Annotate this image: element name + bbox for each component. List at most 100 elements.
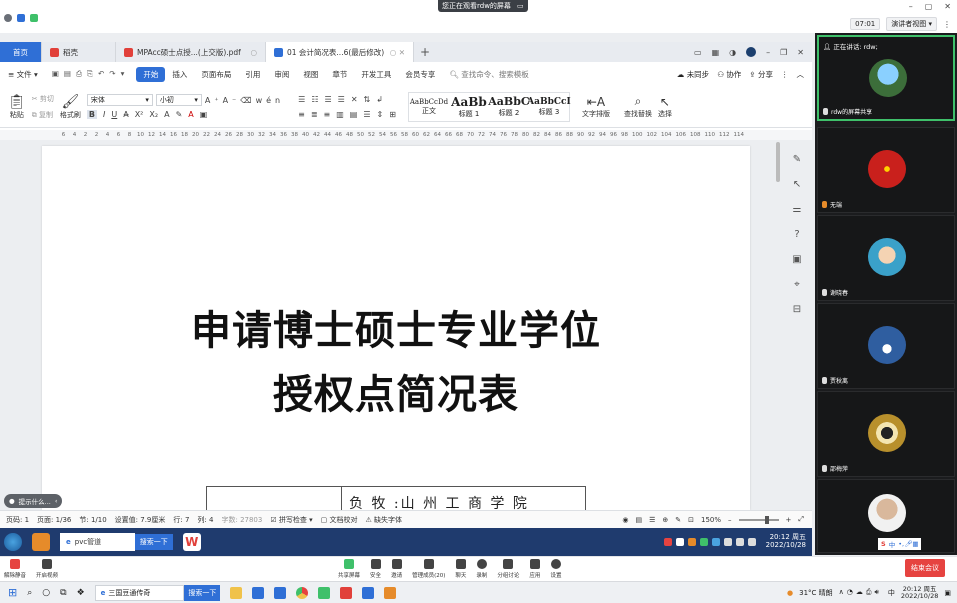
apps-button[interactable]: 应用 [529,559,540,579]
ime-toolbar[interactable]: S 中 •,🎤︎▦ [878,538,922,550]
italic-icon[interactable]: I [103,110,105,119]
align-tools-icons[interactable]: ≡≣≡▥▤☰⇕⊞ [298,110,402,119]
video-tile[interactable]: 邵梅萍 [817,391,955,477]
end-meeting-button[interactable]: 结束会议 [905,559,945,577]
view-read-icon[interactable]: ✎ [675,516,681,524]
select-button[interactable]: ↖ 选择 [658,95,672,119]
wps-taskbar-icon[interactable]: W [182,533,201,551]
restore-icon[interactable]: ❐ [780,48,787,57]
font-size-select[interactable]: 小初 ▾ [155,94,202,106]
zoom-in-icon[interactable]: + [786,516,792,524]
signal-icon[interactable] [30,14,38,22]
video-tile[interactable]: 无端 [817,127,955,213]
tab-close-icon[interactable]: ○ ✕ [390,48,405,57]
char-border-icon[interactable]: ▣ [200,110,208,119]
font-color-icon[interactable]: A [188,110,193,119]
tab-daoke[interactable]: 稻壳 [42,42,116,62]
menu-references[interactable]: 引用 [238,69,267,80]
status-page[interactable]: 页码: 1 [6,515,29,525]
image-icon[interactable]: ▣ [792,254,801,265]
tab-pdf[interactable]: MPAcc硕士点授...(上交版).pdf ○ [116,42,266,62]
missing-font-button[interactable]: ⚠ 缺失字体 [365,515,402,525]
paste-button[interactable]: 📋︎ 粘贴 [8,94,26,120]
menu-review[interactable]: 审阅 [267,69,296,80]
collab-button[interactable]: ⚇ 协作 [717,69,741,80]
app-icon[interactable]: ❖ [77,588,85,598]
media-icon[interactable] [384,586,397,599]
meeting-app-icon[interactable] [362,586,375,599]
style-normal[interactable]: AaBbCcDd 正文 [409,94,449,120]
info-table[interactable]: 负 牧 :山 州 工 商 学 院 [206,486,586,512]
manage-members-button[interactable]: 管理成员(20) [412,559,445,579]
text-effect-icon[interactable]: A [164,110,169,119]
bold-icon[interactable]: B [86,110,97,119]
cortana-icon[interactable]: ○ [42,588,50,598]
command-search[interactable]: 🔍︎ 查找命令、搜索模板 [442,69,535,80]
info-icon[interactable] [4,14,12,22]
find-replace-button[interactable]: ⌕ 查找替换 [624,94,652,119]
feedback-pill[interactable]: ● 提示什么... ‹ [4,494,63,508]
tray-icon[interactable] [687,538,696,546]
video-tile-screen-share[interactable]: 👤︎ 正在讲话: rdw; rdw的屏幕共享 [817,35,955,121]
record-button[interactable]: 录制 [476,559,487,579]
eye-icon[interactable]: ◉ [622,516,628,524]
book-icon[interactable]: ⊟ [793,304,801,315]
new-tab-icon[interactable]: + [420,45,430,59]
store-icon[interactable] [252,586,265,599]
document-title-line-1[interactable]: 申请博士硕士专业学位 [42,298,750,356]
font-name-select[interactable]: 宋体 ▾ [86,94,153,106]
pen-icon[interactable]: ✎ [793,154,801,165]
zoom-slider-thumb[interactable] [764,515,769,524]
menu-file[interactable]: ≡ 文件 ▾ [0,69,45,80]
search-button[interactable]: 搜索一下 [134,534,173,550]
style-heading2[interactable]: AaBbC 标题 2 [488,94,529,120]
horizontal-ruler[interactable]: 6 4 2 2 4 6 8 10 12 14 16 18 20 22 24 26 28 30 32 34 36 38 40 4… [0,130,812,140]
menu-home[interactable]: 开始 [136,66,166,82]
ie-window-button[interactable]: e pvc管道 [60,533,135,551]
style-heading3[interactable]: AaBbCcI 标题 3 [527,94,571,120]
superscript-icon[interactable]: X² [135,110,144,119]
skin-icon[interactable]: ◑ [729,48,736,57]
menu-page-layout[interactable]: 页面布局 [194,69,238,80]
copy-button[interactable]: ⧉ 复制 [32,110,54,120]
settings-button[interactable]: 设置 [550,559,561,579]
grid-icon[interactable]: ▦ [712,48,720,57]
tray-icon[interactable] [735,538,744,546]
document-page[interactable]: 申请博士硕士专业学位 授权点简况表 负 牧 :山 州 工 商 学 院 [42,146,750,512]
tab-active-document[interactable]: 01 会计简况表...6(最后修改) ○ ✕ [266,42,414,62]
mail-icon[interactable] [274,586,287,599]
fullscreen-icon[interactable]: ⤢ [798,515,804,524]
help-icon[interactable]: ? [794,229,799,240]
host-search-button[interactable]: 搜索一下 [184,584,221,601]
font-tools-icons[interactable]: A⁺A⁻⌫wén [205,96,284,105]
zoom-level[interactable]: 150% [701,516,721,524]
tray-icon[interactable] [711,538,720,546]
underline-icon[interactable]: U [111,110,117,119]
shield-icon[interactable] [17,14,25,22]
tray-icon[interactable] [663,538,672,546]
video-tile[interactable]: 谢晓春 [817,215,955,301]
chrome-icon[interactable] [296,586,309,599]
style-heading1[interactable]: AaBb 标题 1 [449,94,489,120]
unmute-button[interactable]: 解除静音 [4,559,26,579]
vertical-scrollbar[interactable] [776,142,780,182]
weather-icon[interactable]: ● [787,589,793,597]
view-outline-icon[interactable]: ☰ [649,516,655,524]
spell-check-button[interactable]: ☑ 拼写检查 ▾ [270,515,312,525]
task-view-icon[interactable]: ⧉ [60,588,66,598]
start-video-button[interactable]: 开启视频 [36,559,58,579]
invite-button[interactable]: 邀请 [391,559,402,579]
zoom-out-icon[interactable]: – [728,516,732,524]
status-col[interactable]: 列: 4 [197,515,213,525]
highlight-icon[interactable]: ✎ [176,110,183,119]
view-web-icon[interactable]: ⊕ [662,516,668,524]
tray-icons[interactable]: ∧◔☁⎙🔊︎ [839,588,882,597]
strike-icon[interactable]: A̶ [123,110,128,119]
host-ime[interactable]: 中 [888,588,895,598]
text-layout-button[interactable]: ⇤A 文字排版 [582,95,610,119]
status-pages[interactable]: 页面: 1/36 [37,515,71,525]
minimize-icon[interactable]: – [766,48,770,57]
view-page-icon[interactable]: ▤ [635,516,642,524]
more-icon[interactable]: ⋮ [781,70,789,79]
tray-icon[interactable] [675,538,684,546]
